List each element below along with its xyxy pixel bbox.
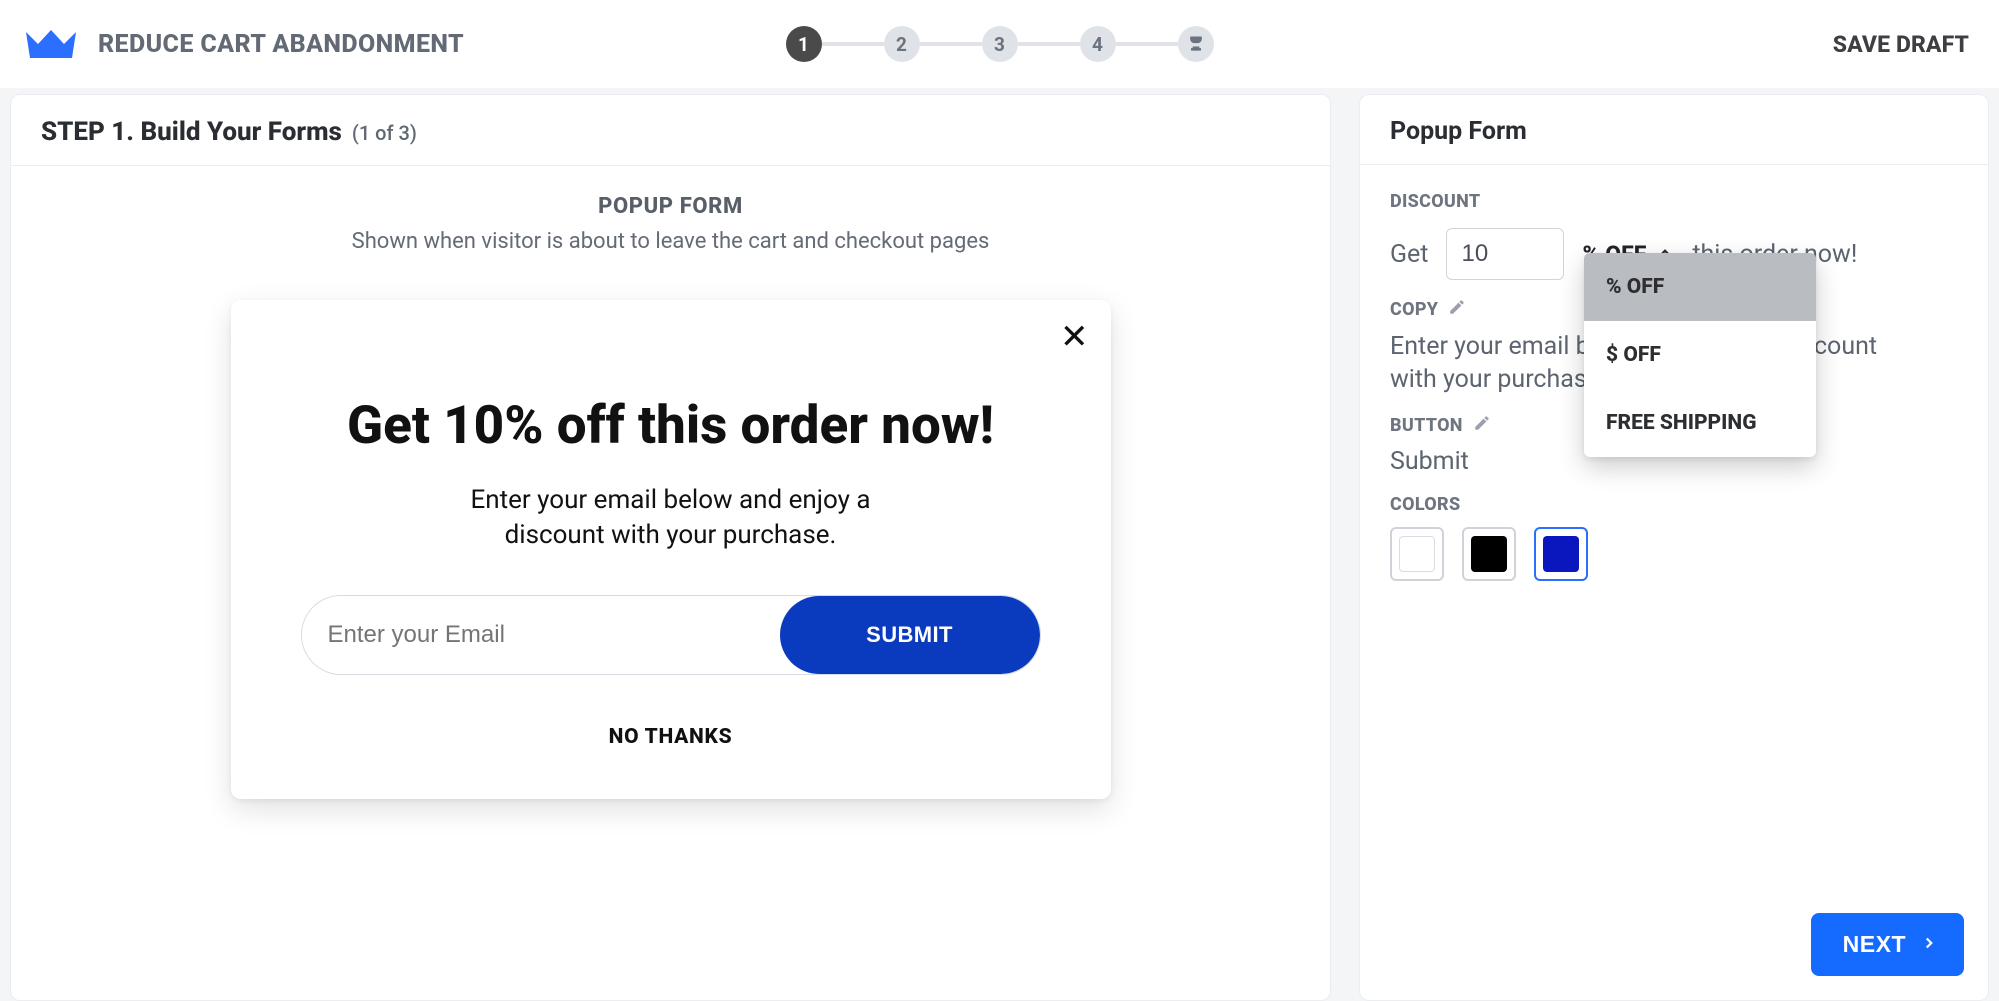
email-input[interactable] (302, 596, 780, 674)
save-draft-button[interactable]: SAVE DRAFT (1833, 31, 1969, 58)
color-swatch-1[interactable] (1390, 527, 1444, 581)
step-1[interactable]: 1 (786, 26, 822, 62)
builder-panel: STEP 1. Build Your Forms (1 of 3) POPUP … (10, 94, 1331, 1001)
preview-sub: Shown when visitor is about to leave the… (352, 229, 990, 254)
section-discount-label: DISCOUNT (1390, 191, 1958, 212)
page-title: REDUCE CART ABANDONMENT (98, 30, 464, 59)
stepper: 1 2 3 4 (786, 26, 1214, 62)
popup-headline: Get 10% off this order now! (299, 394, 1043, 457)
step-line (1116, 42, 1178, 46)
step-line (822, 42, 884, 46)
no-thanks-button[interactable]: NO THANKS (299, 725, 1043, 749)
section-copy-text: COPY (1390, 299, 1438, 320)
step-progress: (1 of 3) (352, 121, 417, 145)
discount-value-input[interactable] (1446, 228, 1564, 280)
builder-panel-header: STEP 1. Build Your Forms (1 of 3) (11, 95, 1330, 166)
settings-body: DISCOUNT Get % OFF this order now! COPY (1360, 165, 1988, 581)
topbar: REDUCE CART ABANDONMENT 1 2 3 4 SAVE DRA… (0, 0, 1999, 88)
step-line (920, 42, 982, 46)
step-finish-trophy-icon[interactable] (1178, 26, 1214, 62)
dropdown-option-dollar-off[interactable]: $ OFF (1584, 321, 1816, 389)
pencil-icon[interactable] (1473, 414, 1491, 437)
popup-copy-line1: Enter your email below and enjoy a (470, 485, 870, 515)
get-label: Get (1390, 240, 1428, 269)
section-button-text: BUTTON (1390, 415, 1463, 436)
popup-copy-line2: discount with your purchase. (505, 520, 837, 550)
popup-copy: Enter your email below and enjoy a disco… (299, 483, 1043, 553)
discount-type-dropdown: % OFF $ OFF FREE SHIPPING (1584, 253, 1816, 457)
next-button[interactable]: NEXT (1811, 913, 1964, 976)
dropdown-option-free-shipping[interactable]: FREE SHIPPING (1584, 389, 1816, 457)
settings-title: Popup Form (1390, 117, 1527, 146)
close-icon[interactable]: ✕ (1060, 320, 1089, 354)
colors-row (1390, 527, 1958, 581)
step-title: STEP 1. Build Your Forms (41, 117, 342, 147)
preview-area: POPUP FORM Shown when visitor is about t… (11, 166, 1330, 1000)
chevron-right-icon (1920, 931, 1938, 958)
next-button-label: NEXT (1843, 931, 1906, 958)
step-line (1018, 42, 1080, 46)
preview-label: POPUP FORM (598, 194, 743, 219)
crown-icon (24, 26, 78, 62)
settings-panel-header: Popup Form (1360, 95, 1988, 165)
popup-form: SUBMIT (301, 595, 1041, 675)
step-4[interactable]: 4 (1080, 26, 1116, 62)
color-swatch-3[interactable] (1534, 527, 1588, 581)
submit-button[interactable]: SUBMIT (780, 596, 1040, 674)
color-swatch-2[interactable] (1462, 527, 1516, 581)
pencil-icon[interactable] (1448, 298, 1466, 321)
dropdown-option-percent-off[interactable]: % OFF (1584, 253, 1816, 321)
settings-panel: Popup Form DISCOUNT Get % OFF this order… (1359, 94, 1989, 1001)
step-3[interactable]: 3 (982, 26, 1018, 62)
step-2[interactable]: 2 (884, 26, 920, 62)
section-colors-label: COLORS (1390, 494, 1958, 515)
popup-preview: ✕ Get 10% off this order now! Enter your… (231, 300, 1111, 799)
